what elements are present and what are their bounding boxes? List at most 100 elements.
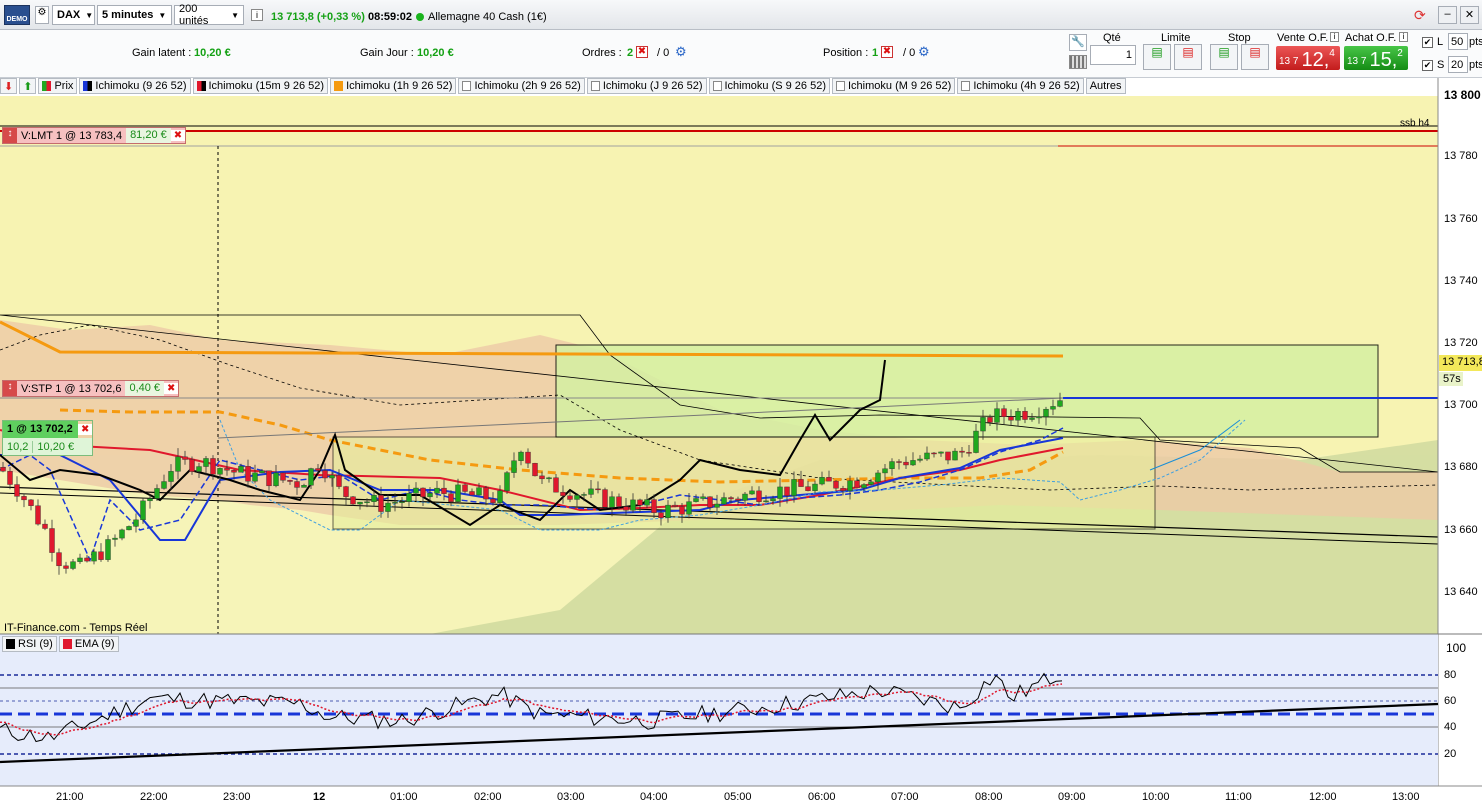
time-tick: 08:00 [975, 791, 1003, 803]
sell-limit-button[interactable]: ▤ [1174, 44, 1202, 70]
candle [847, 480, 853, 491]
candle [280, 472, 286, 481]
chevron-down-icon: ▼ [231, 10, 239, 20]
cancel-orders-icon[interactable]: ✖ [636, 46, 648, 58]
price-chart[interactable] [0, 78, 1482, 805]
legend-label: EMA (9) [74, 638, 115, 650]
candle [1057, 400, 1063, 407]
buy-limit-button[interactable]: ▤ [1143, 44, 1171, 70]
stop-order-tag[interactable]: ↕ V:STP 1 @ 13 702,6 0,40 € ✖ [2, 380, 180, 397]
wrench-icon[interactable]: 🔧 [1069, 34, 1087, 51]
candle [483, 487, 489, 500]
candle [1001, 408, 1007, 417]
candle [497, 490, 503, 503]
rsi-tick: 80 [1444, 669, 1457, 681]
candle [217, 468, 223, 475]
candle [294, 481, 300, 488]
price-tick: 13 720 [1444, 337, 1478, 349]
order-panel: 🔧 Qté 1 Limite ▤ ▤ Stop ▤ ▤ Vente O.F. i… [1066, 30, 1482, 78]
position-tag[interactable]: 1 @ 13 702,2 ✖ 10,2 10,20 € [2, 420, 94, 456]
cancel-order-icon[interactable]: ✖ [164, 383, 179, 394]
price-tick: 13 780 [1444, 150, 1478, 162]
minimize-button[interactable]: – [1438, 6, 1457, 24]
candle [476, 487, 482, 496]
limit-order-gain: 81,20 € [126, 128, 171, 143]
time-tick: 05:00 [724, 791, 752, 803]
candle [168, 471, 174, 482]
candle [707, 496, 713, 508]
candle [147, 498, 153, 502]
time-tick: 21:00 [56, 791, 84, 803]
sell-stop-button[interactable]: ▤ [1241, 44, 1269, 70]
candle [182, 456, 188, 460]
close-position-icon[interactable]: ✖ [881, 46, 893, 58]
candle [203, 458, 209, 467]
orders-count[interactable]: 2 [627, 47, 633, 59]
candle [371, 495, 377, 502]
sell-market-button[interactable]: 13 7 12, 4 [1276, 46, 1340, 70]
info-icon[interactable]: i [1399, 32, 1408, 42]
timeframe-select[interactable]: 5 minutes ▼ [97, 5, 172, 25]
candle [854, 480, 860, 489]
refresh-icon[interactable]: ⟳ [1414, 7, 1430, 23]
gear-icon[interactable]: ⚙ [918, 44, 930, 60]
limit-pts-unit: pts [1469, 36, 1482, 48]
limit-order-label: V:LMT 1 @ 13 783,4 [21, 129, 123, 142]
candle [581, 494, 587, 496]
candle [161, 481, 167, 489]
units-label: 200 unités [179, 3, 209, 27]
candle [364, 501, 370, 503]
candle [805, 486, 811, 491]
price-tick: 13 640 [1444, 586, 1478, 598]
candle [35, 505, 41, 525]
close-button[interactable]: ✕ [1460, 6, 1479, 24]
buy-market-button[interactable]: 13 7 15, 2 [1344, 46, 1408, 70]
stop-pts-checkbox[interactable]: ✔ [1422, 60, 1433, 71]
candle [553, 477, 559, 493]
candle [966, 452, 972, 454]
buy-stop-button[interactable]: ▤ [1210, 44, 1238, 70]
drag-handle-icon[interactable]: ↕ [3, 128, 17, 143]
cancel-order-icon[interactable]: ✖ [170, 130, 186, 141]
keypad-icon[interactable] [1069, 55, 1087, 69]
candle [819, 477, 825, 485]
candle [0, 467, 6, 472]
candle [462, 484, 468, 492]
candle [1022, 411, 1028, 420]
close-position-icon[interactable]: ✖ [78, 424, 93, 435]
sell-price-prefix: 13 7 [1279, 56, 1299, 67]
candle [273, 472, 279, 487]
stop-pts-unit: pts [1469, 59, 1482, 71]
candle [672, 504, 678, 507]
candle [560, 491, 566, 496]
legend-item-ema[interactable]: EMA (9) [58, 636, 119, 652]
drag-handle-icon[interactable]: ↕ [3, 381, 17, 396]
gain-latent-value: 10,20 € [194, 47, 231, 59]
limit-pts-input[interactable]: 50 [1448, 33, 1468, 50]
units-select[interactable]: 200 unités ▼ [174, 3, 244, 27]
rsi-tick: 20 [1444, 748, 1457, 760]
legend-item-rsi[interactable]: RSI (9) [2, 636, 57, 652]
candle [105, 539, 111, 560]
candle [42, 523, 48, 529]
gear-icon[interactable]: ⚙ [675, 44, 687, 60]
position-count[interactable]: 1 [872, 47, 878, 59]
info-icon[interactable]: i [1330, 32, 1339, 42]
info-icon[interactable]: i [251, 9, 263, 21]
qty-input[interactable]: 1 [1090, 45, 1136, 65]
market-open-icon [416, 13, 424, 21]
candle [266, 470, 272, 487]
candle [588, 488, 594, 495]
settings-icon[interactable]: ⚙ [35, 6, 49, 24]
time-tick: 03:00 [557, 791, 585, 803]
stop-pts-input[interactable]: 20 [1448, 56, 1468, 73]
limit-order-tag[interactable]: ↕ V:LMT 1 @ 13 783,4 81,20 € ✖ [2, 127, 187, 144]
gain-latent-label: Gain latent : [132, 47, 192, 59]
limit-pts-checkbox[interactable]: ✔ [1422, 37, 1433, 48]
price-tick: 13 800 [1444, 88, 1481, 102]
candle [322, 470, 328, 479]
candle [420, 487, 426, 498]
gain-jour-label: Gain Jour : [360, 47, 414, 59]
candle [343, 486, 349, 497]
instrument-select[interactable]: DAX ▼ [52, 5, 95, 25]
